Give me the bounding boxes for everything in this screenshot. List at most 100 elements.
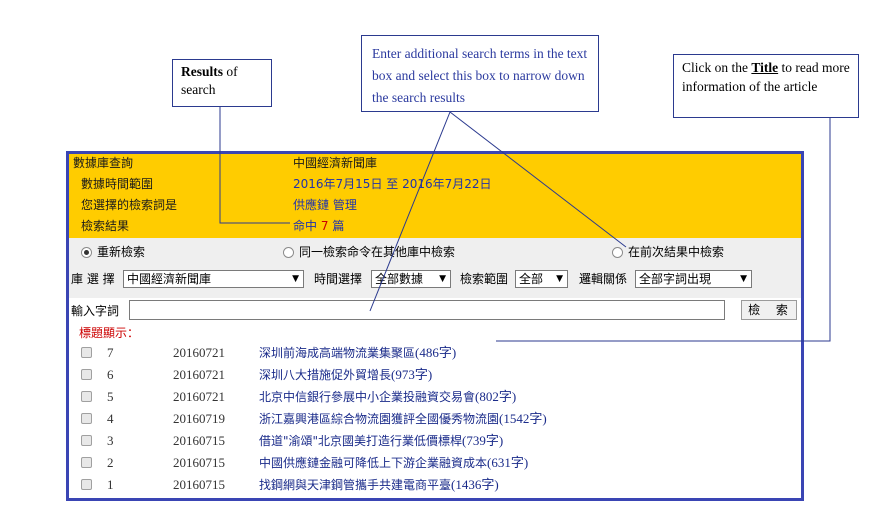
result-checkbox[interactable] (81, 347, 92, 358)
result-date: 20160715 (173, 477, 225, 492)
result-number: 4 (107, 411, 114, 426)
search-results-frame: 數據庫查詢 中國經濟新聞庫 數據時間範圍 2016年7月15日 至 2016年7… (66, 151, 804, 501)
logic-select[interactable]: 全部字詞出現 ▼ (635, 270, 752, 288)
info-terms-label: 您選擇的檢索詞是 (81, 198, 178, 212)
time-select[interactable]: 全部數據 ▼ (371, 270, 451, 288)
result-checkbox[interactable] (81, 413, 92, 424)
results-header: 標題顯示： (79, 326, 140, 340)
result-date: 20160721 (173, 345, 225, 360)
range-select[interactable]: 全部 ▼ (515, 270, 568, 288)
time-select-value: 全部數據 (375, 272, 424, 286)
logic-select-value: 全部字詞出現 (639, 272, 712, 286)
result-title[interactable]: 北京中信銀行參展中小企業投融資交易會 (259, 390, 475, 404)
info-row-results: 檢索結果 命中 7 篇 (69, 216, 801, 236)
result-title-link[interactable]: 找鋼網與天津鋼管攜手共建電商平臺(1436字) (259, 474, 499, 496)
result-number: 3 (107, 433, 114, 448)
result-word-count[interactable]: (631字) (487, 455, 528, 470)
info-db-value: 中國經濟新聞庫 (293, 156, 378, 170)
result-title-link[interactable]: 深圳八大措施促外貿增長(973字) (259, 364, 432, 386)
radio-new-search-label: 重新檢索 (97, 245, 146, 259)
chevron-down-icon: ▼ (740, 274, 747, 284)
result-number: 6 (107, 367, 114, 382)
list-item: 6 20160721 深圳八大措施促外貿增長(973字) (69, 364, 801, 386)
db-select-value: 中國經濟新聞庫 (127, 272, 212, 286)
radio-in-previous-label: 在前次結果中檢索 (628, 245, 725, 259)
info-terms-value: 供應鏈 管理 (293, 198, 357, 212)
query-info-panel: 數據庫查詢 中國經濟新聞庫 數據時間範圍 2016年7月15日 至 2016年7… (69, 154, 801, 238)
result-date: 20160721 (173, 389, 225, 404)
info-time-value: 2016年7月15日 至 2016年7月22日 (293, 177, 492, 191)
results-callout: Results of search (172, 59, 272, 107)
result-title[interactable]: 中國供應鏈金融可降低上下游企業融資成本 (259, 456, 487, 470)
search-input-label: 輸入字詞 (71, 304, 120, 318)
info-time-label: 數據時間範圍 (81, 177, 154, 191)
result-suffix: 篇 (332, 219, 345, 233)
info-row-database: 數據庫查詢 中國經濟新聞庫 (69, 153, 801, 173)
info-row-time: 數據時間範圍 2016年7月15日 至 2016年7月22日 (69, 174, 801, 194)
result-title-link[interactable]: 北京中信銀行參展中小企業投融資交易會(802字) (259, 386, 516, 408)
chevron-down-icon: ▼ (292, 274, 299, 284)
chevron-down-icon: ▼ (556, 274, 563, 284)
result-word-count[interactable]: (1542字) (499, 411, 547, 426)
info-row-terms: 您選擇的檢索詞是 供應鏈 管理 (69, 195, 801, 215)
result-date: 20160715 (173, 455, 225, 470)
result-title-link[interactable]: 浙江嘉興港區綜合物流園獲評全國優秀物流園(1542字) (259, 408, 547, 430)
result-title[interactable]: 找鋼網與天津鋼管攜手共建電商平臺 (259, 478, 451, 492)
radio-unselected-icon[interactable] (283, 246, 294, 258)
search-input[interactable] (129, 300, 725, 320)
result-word-count[interactable]: (973字) (391, 367, 432, 382)
result-title-link[interactable]: 深圳前海成高端物流業集聚區(486字) (259, 342, 456, 364)
results-callout-bold: Results (181, 64, 224, 79)
chevron-down-icon: ▼ (439, 274, 446, 284)
result-word-count[interactable]: (739字) (462, 433, 503, 448)
info-result-label: 檢索結果 (81, 219, 130, 233)
title-callout-pre: Click on the (682, 60, 752, 75)
search-row: 輸入字詞 檢 索 (69, 298, 801, 324)
title-callout-bold: Title (751, 60, 779, 75)
list-item: 4 20160719 浙江嘉興港區綜合物流園獲評全國優秀物流園(1542字) (69, 408, 801, 430)
radio-new-search[interactable]: 重新檢索 (81, 244, 145, 260)
radio-in-previous-results[interactable]: 在前次結果中檢索 (612, 244, 724, 260)
title-callout: Click on the Title to read more informat… (673, 54, 859, 118)
result-checkbox[interactable] (81, 369, 92, 380)
radio-same-other-db-label: 同一檢索命令在其他庫中檢索 (299, 245, 456, 259)
result-checkbox[interactable] (81, 479, 92, 490)
result-checkbox[interactable] (81, 391, 92, 402)
range-select-label: 檢索範圍 (460, 272, 509, 286)
result-number: 7 (107, 345, 114, 360)
narrow-search-callout: Enter additional search terms in the tex… (361, 35, 599, 112)
result-title[interactable]: 深圳八大措施促外貿增長 (259, 368, 391, 382)
result-number: 1 (107, 477, 114, 492)
info-db-label: 數據庫查詢 (73, 156, 134, 170)
time-select-label: 時間選擇 (314, 272, 363, 286)
result-title-link[interactable]: 借道"渝頌"北京國美打造行業低價標桿(739字) (259, 430, 503, 452)
db-select[interactable]: 中國經濟新聞庫 ▼ (123, 270, 304, 288)
radio-selected-icon[interactable] (81, 246, 92, 258)
list-item: 1 20160715 找鋼網與天津鋼管攜手共建電商平臺(1436字) (69, 474, 801, 496)
result-checkbox[interactable] (81, 435, 92, 446)
logic-select-label: 邏輯關係 (579, 272, 628, 286)
search-options-panel: 重新檢索 同一檢索命令在其他庫中檢索 在前次結果中檢索 庫 選 擇 中國經濟新聞… (69, 238, 801, 298)
result-number: 2 (107, 455, 114, 470)
radio-unselected-icon[interactable] (612, 246, 623, 258)
result-title[interactable]: 借道"渝頌"北京國美打造行業低價標桿 (259, 434, 462, 448)
result-title[interactable]: 浙江嘉興港區綜合物流園獲評全國優秀物流園 (259, 412, 499, 426)
result-checkbox[interactable] (81, 457, 92, 468)
result-word-count[interactable]: (486字) (415, 345, 456, 360)
result-date: 20160721 (173, 367, 225, 382)
list-item: 5 20160721 北京中信銀行參展中小企業投融資交易會(802字) (69, 386, 801, 408)
list-item: 7 20160721 深圳前海成高端物流業集聚區(486字) (69, 342, 801, 364)
result-word-count[interactable]: (802字) (475, 389, 516, 404)
result-title[interactable]: 深圳前海成高端物流業集聚區 (259, 346, 415, 360)
result-count: 7 (320, 219, 329, 233)
db-select-label: 庫 選 擇 (71, 272, 115, 286)
result-prefix: 命中 (293, 219, 318, 233)
result-title-link[interactable]: 中國供應鏈金融可降低上下游企業融資成本(631字) (259, 452, 528, 474)
range-select-value: 全部 (519, 272, 544, 286)
result-word-count[interactable]: (1436字) (451, 477, 499, 492)
result-date: 20160715 (173, 433, 225, 448)
result-date: 20160719 (173, 411, 225, 426)
search-button[interactable]: 檢 索 (741, 300, 797, 320)
radio-same-other-db[interactable]: 同一檢索命令在其他庫中檢索 (283, 244, 455, 260)
results-list: 7 20160721 深圳前海成高端物流業集聚區(486字) 6 2016072… (69, 342, 801, 496)
